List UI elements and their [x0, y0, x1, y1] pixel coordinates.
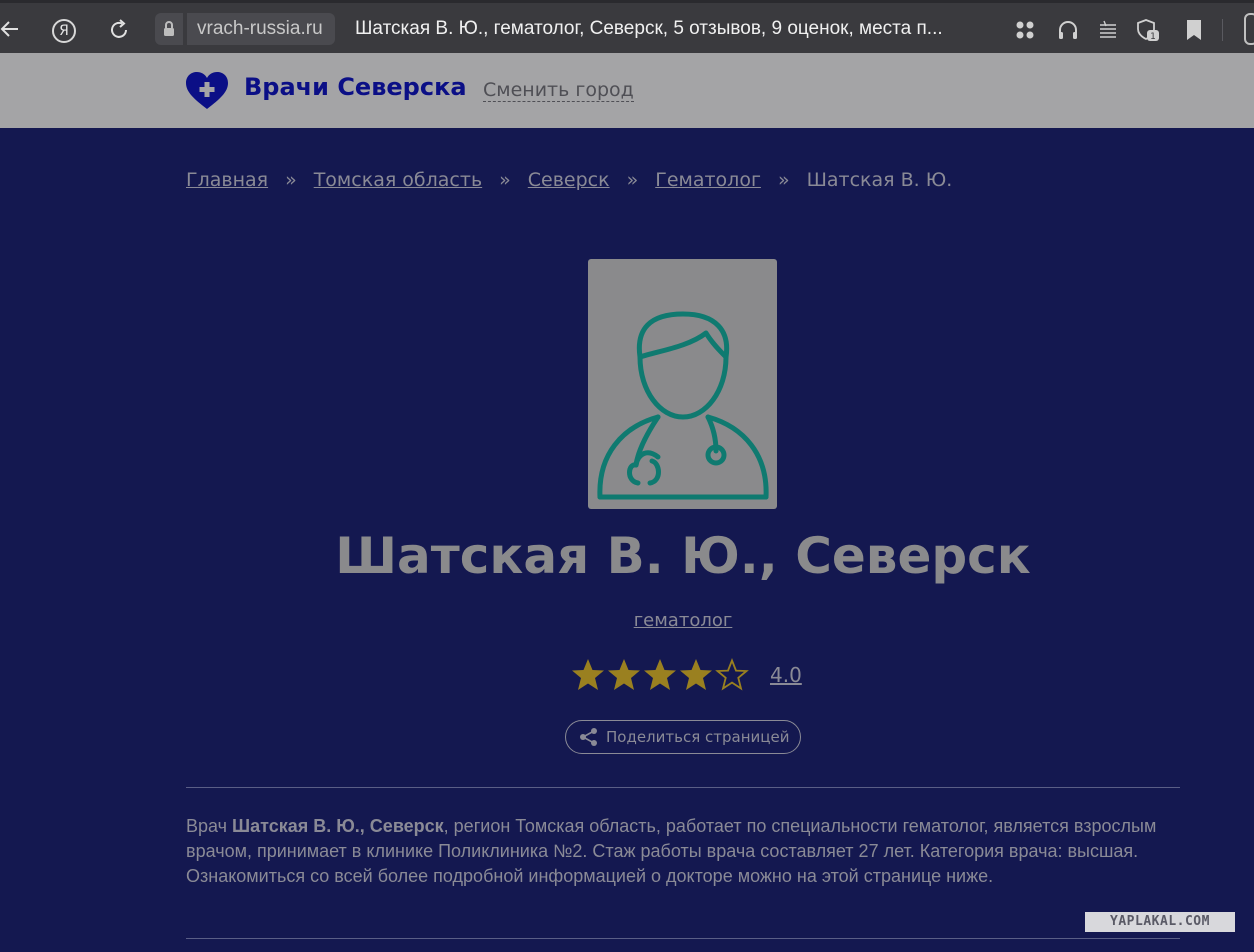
change-city-link[interactable]: Сменить город — [483, 79, 634, 102]
specialty-link[interactable]: гематолог — [634, 610, 733, 631]
back-arrow-icon[interactable] — [0, 17, 22, 41]
breadcrumb-link-region[interactable]: Томская область — [314, 169, 482, 191]
doctor-avatar — [588, 259, 777, 509]
breadcrumb: Главная » Томская область » Северск » Ге… — [186, 167, 952, 193]
description-prefix: Врач — [186, 816, 228, 836]
yandex-icon[interactable]: Я — [52, 19, 76, 43]
rating-value[interactable]: 4.0 — [770, 663, 802, 687]
share-button[interactable]: Поделиться страницей — [565, 720, 801, 754]
lock-icon[interactable] — [155, 13, 183, 45]
breadcrumb-separator: » — [285, 169, 297, 191]
description-name: Шатская В. Ю., Северск — [232, 816, 444, 836]
star-empty-icon[interactable] — [714, 657, 750, 693]
star-filled-icon[interactable] — [642, 657, 678, 693]
divider — [186, 938, 1180, 939]
address-bar[interactable]: vrach-russia.ru — [187, 13, 335, 45]
shield-badge: 1 — [1150, 32, 1156, 42]
watermark: YAPLAKAL.COM — [1085, 912, 1235, 932]
doctor-description: Врач Шатская В. Ю., Северск, регион Томс… — [186, 814, 1186, 889]
headphones-icon[interactable] — [1055, 17, 1081, 43]
toolbar-divider — [1222, 19, 1223, 41]
star-filled-icon[interactable] — [678, 657, 714, 693]
breadcrumb-current: Шатская В. Ю. — [806, 169, 953, 191]
star-filled-icon[interactable] — [606, 657, 642, 693]
star-filled-icon[interactable] — [570, 657, 606, 693]
doctor-name-heading: Шатская В. Ю., Северск — [335, 527, 1031, 585]
apps-grid-icon[interactable] — [1012, 17, 1038, 43]
breadcrumb-separator: » — [777, 169, 790, 191]
breadcrumb-separator: » — [626, 169, 639, 191]
breadcrumb-separator: » — [499, 169, 511, 191]
shield-icon[interactable]: 1 — [1135, 17, 1161, 43]
heart-cross-logo-icon[interactable] — [184, 71, 230, 111]
specialty-wrap: гематолог — [0, 610, 1254, 631]
site-header: Врачи Северска Сменить город — [0, 53, 1254, 128]
browser-toolbar: Я vrach-russia.ru Шатская В. Ю., гематол… — [0, 0, 1254, 53]
divider — [186, 787, 1180, 788]
breadcrumb-link-specialty[interactable]: Гематолог — [655, 169, 761, 191]
bookmark-icon[interactable] — [1181, 17, 1207, 43]
breadcrumb-link-city[interactable]: Северск — [528, 169, 610, 191]
tab-title: Шатская В. Ю., гематолог, Северск, 5 отз… — [355, 18, 943, 39]
share-icon — [580, 728, 597, 746]
rating: 4.0 — [570, 656, 802, 694]
breadcrumb-link-home[interactable]: Главная — [186, 169, 268, 191]
reload-icon[interactable] — [107, 18, 131, 42]
doctor-placeholder-icon — [597, 311, 769, 500]
sidebar-toggle[interactable] — [1244, 13, 1254, 45]
site-name[interactable]: Врачи Северска — [244, 73, 467, 101]
reader-mode-icon[interactable] — [1095, 17, 1121, 43]
share-label: Поделиться страницей — [606, 728, 790, 746]
